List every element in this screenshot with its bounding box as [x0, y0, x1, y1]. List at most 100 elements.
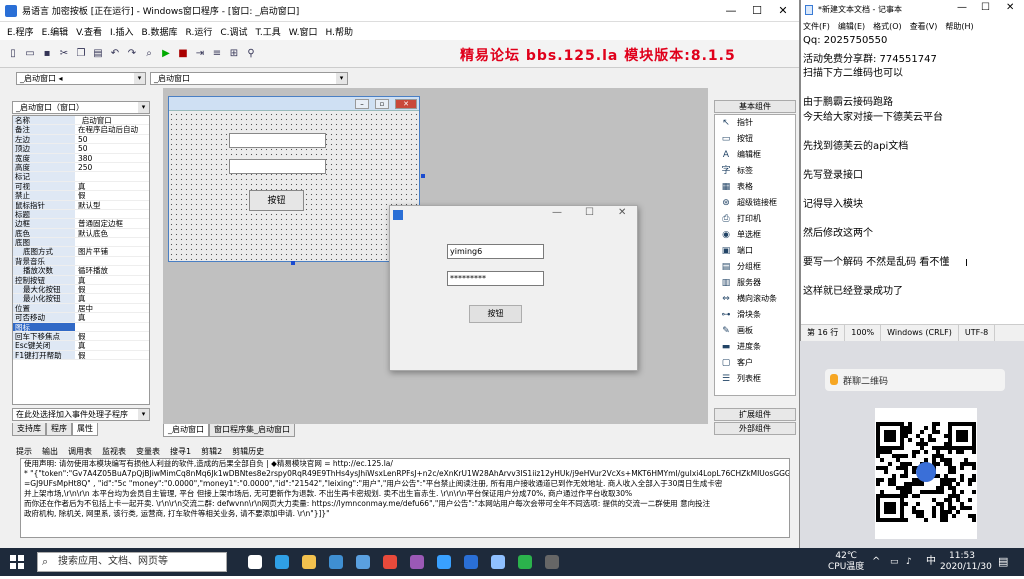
property-value[interactable]: 50: [75, 144, 149, 152]
property-value[interactable]: 居中: [75, 304, 149, 312]
notepad-menu-item[interactable]: 帮助(H): [945, 21, 973, 32]
property-row[interactable]: 最小化按钮真: [13, 294, 149, 304]
property-row[interactable]: 回车下移焦点假: [13, 331, 149, 342]
property-value[interactable]: [75, 172, 149, 180]
property-value[interactable]: 假: [75, 285, 149, 293]
event-combo[interactable]: 在此处选择加入事件处理子程序 ▾: [12, 408, 150, 421]
tool-item[interactable]: ⎙ 打印机: [715, 211, 795, 227]
cut-icon[interactable]: ✂: [57, 47, 71, 61]
property-row[interactable]: 位置 居中: [13, 303, 149, 314]
notepad-menu-item[interactable]: 文件(F): [803, 21, 830, 32]
maximize-button[interactable]: ☐: [981, 2, 990, 13]
property-row[interactable]: 底图方式 图片平铺: [13, 247, 149, 257]
save-icon[interactable]: ▪: [40, 47, 54, 61]
menu-item-4[interactable]: B.数据库: [139, 25, 181, 38]
external-components-header[interactable]: 外部组件: [714, 422, 796, 435]
redo-icon[interactable]: ↷: [125, 47, 139, 61]
file-explorer-icon[interactable]: [302, 555, 316, 569]
tool-item[interactable]: ☰ 列表框: [715, 371, 795, 387]
property-row[interactable]: 名称 _启动窗口: [13, 116, 149, 126]
property-value[interactable]: 380: [75, 154, 149, 162]
taskbar-search[interactable]: ⌕ 搜索应用、文档、网页等: [37, 552, 227, 572]
align-icon[interactable]: ≡: [210, 47, 224, 61]
property-row[interactable]: 标记: [13, 172, 149, 182]
menu-item-7[interactable]: T.工具: [253, 25, 284, 38]
property-value[interactable]: 默认型: [75, 201, 149, 209]
menu-item-5[interactable]: R.运行: [183, 25, 216, 38]
output-tab-2[interactable]: 调用表: [68, 446, 92, 457]
property-row[interactable]: 底色 默认底色: [13, 228, 149, 239]
output-tab-6[interactable]: 剪辑2: [201, 446, 222, 457]
tool-item[interactable]: ▤ 分组框: [715, 259, 795, 275]
property-value[interactable]: 在程序启动后自动: [75, 125, 149, 133]
tool-item[interactable]: ↖ 指针: [715, 115, 795, 131]
tool-item[interactable]: 字标签: [715, 163, 795, 179]
designer-tab-0[interactable]: _启动窗口: [163, 424, 209, 437]
network-icon[interactable]: ▭: [890, 548, 899, 576]
cpu-temp-widget[interactable]: 42℃ CPU温度: [828, 551, 864, 579]
notification-icon[interactable]: ▤: [998, 548, 1008, 576]
paste-icon[interactable]: ▤: [91, 47, 105, 61]
property-row[interactable]: 控制按钮真: [13, 275, 149, 286]
left-tab-1[interactable]: 程序: [46, 423, 72, 436]
property-row[interactable]: 标题: [13, 209, 149, 220]
property-value[interactable]: 真: [75, 313, 149, 321]
resize-handle-bottom[interactable]: [291, 261, 295, 265]
media-icon[interactable]: [410, 555, 424, 569]
tool-item[interactable]: ◉ 单选框: [715, 227, 795, 243]
property-row[interactable]: 宽度 380: [13, 153, 149, 163]
wechat-icon[interactable]: [518, 555, 532, 569]
stop-icon[interactable]: ■: [176, 47, 190, 61]
open-icon[interactable]: ▭: [23, 47, 37, 61]
undo-icon[interactable]: ↶: [108, 47, 122, 61]
property-row[interactable]: 边框 普通固定边框: [13, 219, 149, 229]
tool-item[interactable]: ▬ 进度条: [715, 339, 795, 355]
close-button[interactable]: ✕: [1006, 2, 1014, 13]
notepad-menu-item[interactable]: 格式(O): [873, 21, 902, 32]
tool-item[interactable]: ▢ 客户: [715, 355, 795, 371]
property-value[interactable]: _启动窗口: [75, 116, 149, 124]
binoculars-icon[interactable]: ⚲: [244, 47, 258, 61]
property-value[interactable]: 普通固定边框: [75, 219, 149, 227]
property-row[interactable]: 图标: [13, 322, 149, 332]
property-row[interactable]: 顶边 50: [13, 144, 149, 154]
property-value[interactable]: [75, 257, 149, 265]
find-icon[interactable]: ⌕: [142, 47, 156, 61]
menu-item-3[interactable]: I.插入: [107, 25, 137, 38]
design-edit-1[interactable]: [229, 133, 326, 148]
copy-icon[interactable]: ❐: [74, 47, 88, 61]
volume-icon[interactable]: ♪: [906, 548, 912, 576]
maximize-button[interactable]: ☐: [585, 207, 594, 218]
property-row[interactable]: F1键打开帮助假: [13, 350, 149, 361]
grid-icon[interactable]: ⊞: [227, 47, 241, 61]
clock[interactable]: 11:53 2020/11/30: [940, 551, 992, 579]
run-icon[interactable]: ▶: [159, 47, 173, 61]
notepad-menu-item[interactable]: 编辑(E): [838, 21, 865, 32]
property-value[interactable]: [75, 238, 149, 246]
output-tab-1[interactable]: 输出: [42, 446, 58, 457]
module-combo[interactable]: _启动窗口 ▾: [150, 72, 348, 85]
notepad-menu-item[interactable]: 查看(V): [910, 21, 938, 32]
tool-item[interactable]: ▣ 端口: [715, 243, 795, 259]
tool-item[interactable]: ⇔ 横向滚动条: [715, 291, 795, 307]
tool-item[interactable]: ▭ 按钮: [715, 131, 795, 147]
store-icon[interactable]: [329, 555, 343, 569]
password-input[interactable]: *********: [447, 271, 544, 286]
resize-handle-right[interactable]: [421, 174, 425, 178]
mail-icon[interactable]: [356, 555, 370, 569]
menu-item-6[interactable]: C.调试: [217, 25, 250, 38]
tool-item[interactable]: ⊛ 超级链接框: [715, 195, 795, 211]
extended-components-header[interactable]: 扩展组件: [714, 408, 796, 421]
output-tab-4[interactable]: 变量表: [136, 446, 160, 457]
menu-item-9[interactable]: H.帮助: [323, 25, 356, 38]
property-row[interactable]: 左边 50: [13, 134, 149, 145]
output-tab-3[interactable]: 监视表: [102, 446, 126, 457]
minimize-button[interactable]: —: [718, 0, 744, 22]
tool-item[interactable]: ▥ 服务器: [715, 275, 795, 291]
left-tab-2[interactable]: 属性: [72, 423, 98, 436]
property-value[interactable]: 真: [75, 341, 149, 349]
easy-language-icon[interactable]: [464, 555, 478, 569]
object-combo[interactable]: _启动窗口 ◂ ▾: [16, 72, 146, 85]
property-row[interactable]: 可否移动真: [13, 313, 149, 323]
qq-icon[interactable]: [437, 555, 451, 569]
